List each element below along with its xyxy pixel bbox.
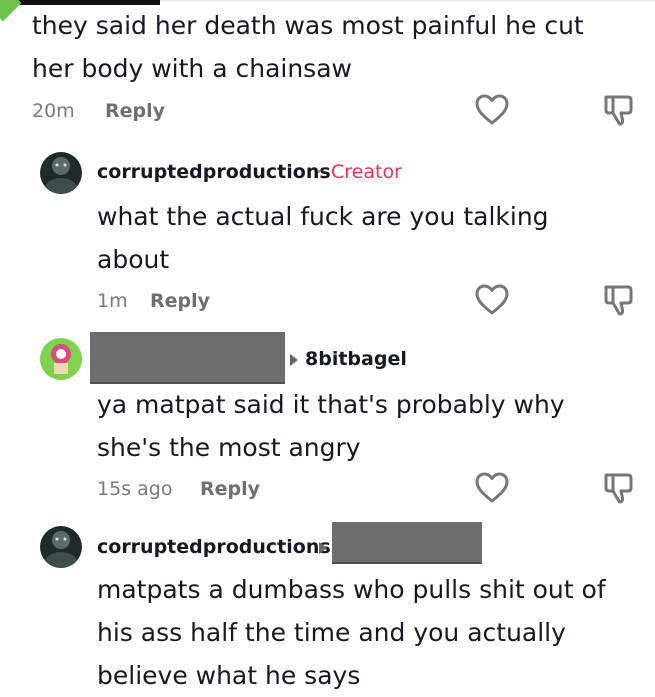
creator-avatar-image — [40, 152, 82, 194]
username[interactable]: corruptedproductions — [97, 536, 331, 558]
comment-text: what the actual fuck are you talking abo… — [97, 202, 549, 274]
reply-caret-icon — [319, 542, 327, 554]
comment-text: they said her death was most painful he … — [32, 11, 584, 83]
thumbs-down-outline-icon[interactable] — [600, 470, 636, 506]
comment-text: matpats a dumbass who pulls shit out of … — [97, 575, 606, 690]
separator-dot: · — [316, 161, 323, 183]
avatar[interactable] — [40, 338, 82, 380]
redacted-username — [332, 522, 482, 562]
comment-timestamp: 15s ago — [97, 478, 173, 500]
avatar[interactable] — [40, 152, 82, 194]
avatar[interactable] — [40, 526, 82, 568]
heart-outline-icon[interactable] — [474, 470, 510, 506]
thumbs-down-outline-icon[interactable] — [600, 92, 636, 128]
reply-button[interactable]: Reply — [200, 478, 260, 500]
reply-caret-icon — [290, 354, 298, 366]
heart-outline-icon[interactable] — [474, 282, 510, 318]
comment-text: ya matpat said it that's probably why sh… — [97, 390, 565, 462]
redacted-username — [90, 332, 285, 382]
reply-button[interactable]: Reply — [150, 290, 210, 312]
user-avatar-image — [40, 338, 82, 380]
heart-outline-icon[interactable] — [474, 92, 510, 128]
thumbs-down-outline-icon[interactable] — [600, 282, 636, 318]
top-divider — [160, 0, 655, 1]
creator-avatar-image — [40, 526, 82, 568]
creator-badge: Creator — [331, 161, 402, 183]
username[interactable]: corruptedproductions — [97, 161, 331, 183]
comment-timestamp: 1m — [97, 290, 128, 312]
reply-to-username[interactable]: 8bitbagel — [305, 348, 407, 370]
comment-timestamp: 20m — [32, 100, 75, 122]
green-corner-badge — [0, 0, 22, 22]
reply-button[interactable]: Reply — [105, 100, 165, 122]
